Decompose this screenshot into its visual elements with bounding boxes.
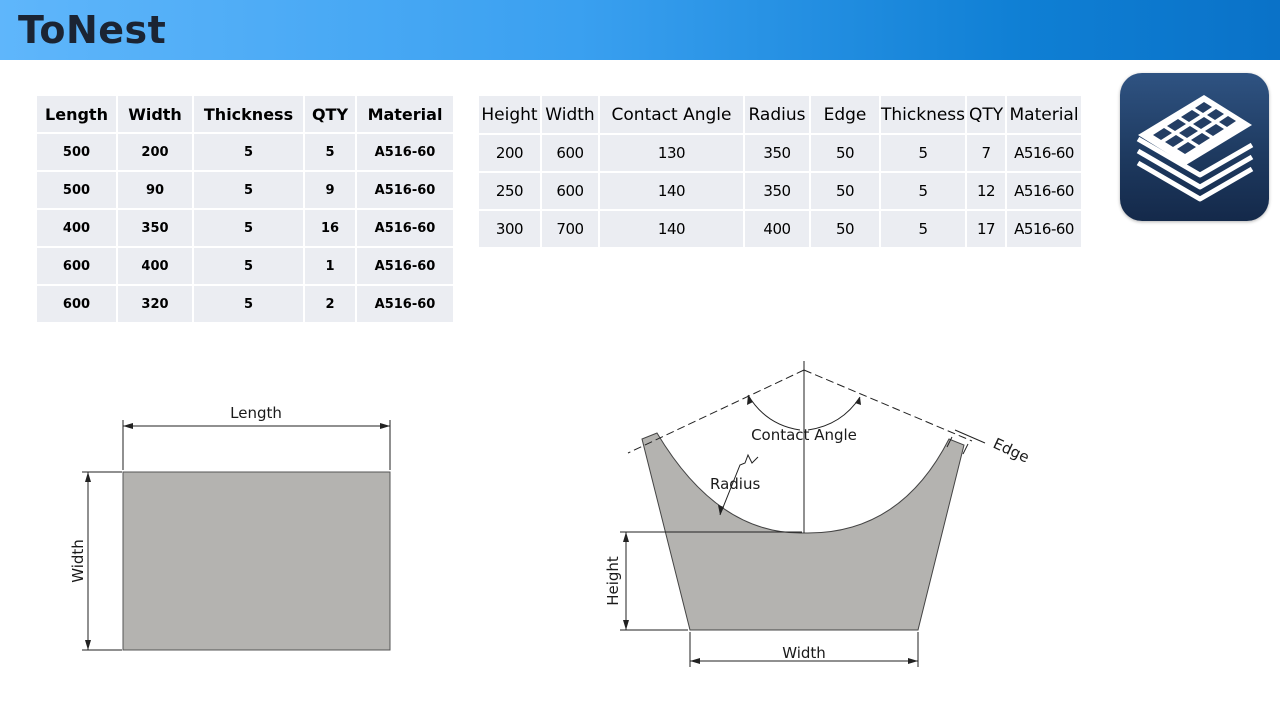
table-cell: 5 (194, 172, 303, 208)
header-bar: ToNest (0, 0, 1280, 60)
length-label: Length (230, 404, 282, 422)
table-cell: 12 (967, 173, 1006, 209)
rectangle-parts-table: Length Width Thickness QTY Material 500 … (35, 94, 455, 324)
column-header: Material (357, 96, 453, 132)
table-cell: 16 (305, 210, 355, 246)
column-header: Thickness (194, 96, 303, 132)
table-cell: 600 (37, 248, 116, 284)
table-cell: 250 (479, 173, 540, 209)
table-cell: 320 (118, 286, 192, 322)
nesting-sheets-icon (1120, 73, 1269, 221)
table-cell: 400 (37, 210, 116, 246)
table-cell: 9 (305, 172, 355, 208)
table-cell: 500 (37, 134, 116, 170)
rectangle-part-shape (122, 471, 391, 651)
column-header: Thickness (881, 96, 966, 133)
table-cell: 5 (881, 135, 966, 171)
length-dimension (122, 420, 391, 470)
table-row: 500 200 5 5 A516-60 (37, 134, 453, 170)
saddle-parts-table: Height Width Contact Angle Radius Edge T… (477, 94, 1083, 249)
saddle-part-drawing: Contact Angle Radius Edge Height Width (604, 361, 1032, 667)
column-header: Height (479, 96, 540, 133)
table-cell: 500 (37, 172, 116, 208)
table-cell: A516-60 (357, 134, 453, 170)
table-row: 200 600 130 350 50 5 7 A516-60 (479, 135, 1082, 171)
table-cell: 700 (542, 211, 598, 247)
table-cell: A516-60 (1007, 135, 1082, 171)
table-cell: 200 (118, 134, 192, 170)
table-cell: 50 (811, 211, 879, 247)
table-cell: 350 (745, 135, 809, 171)
rectangle-part-drawing: Length Width (69, 404, 391, 651)
table-cell: A516-60 (357, 248, 453, 284)
table-cell: A516-60 (1007, 173, 1082, 209)
contact-angle-label: Contact Angle (751, 426, 857, 444)
table-header-row: Height Width Contact Angle Radius Edge T… (479, 96, 1082, 133)
column-header: Edge (811, 96, 879, 133)
column-header: Radius (745, 96, 809, 133)
table-cell: 5 (305, 134, 355, 170)
table-cell: 350 (118, 210, 192, 246)
table-cell: 50 (811, 135, 879, 171)
table-row: 600 320 5 2 A516-60 (37, 286, 453, 322)
table-row: 600 400 5 1 A516-60 (37, 248, 453, 284)
width-label: Width (69, 539, 87, 583)
table-cell: 1 (305, 248, 355, 284)
table-cell: 400 (118, 248, 192, 284)
table-cell: 5 (194, 286, 303, 322)
table-cell: 600 (542, 173, 598, 209)
table-cell: 5 (194, 134, 303, 170)
table-cell: 140 (600, 211, 743, 247)
brand-title: ToNest (18, 8, 167, 52)
table-cell: A516-60 (357, 210, 453, 246)
table-cell: 5 (194, 248, 303, 284)
column-header: QTY (305, 96, 355, 132)
table-cell: A516-60 (1007, 211, 1082, 247)
saddle-width-label: Width (782, 644, 826, 662)
table-row: 250 600 140 350 50 5 12 A516-60 (479, 173, 1082, 209)
table-header-row: Length Width Thickness QTY Material (37, 96, 453, 132)
table-cell: 2 (305, 286, 355, 322)
table-cell: A516-60 (357, 286, 453, 322)
table-cell: 600 (37, 286, 116, 322)
table-cell: 50 (811, 173, 879, 209)
column-header: Width (542, 96, 598, 133)
column-header: QTY (967, 96, 1006, 133)
table-cell: 90 (118, 172, 192, 208)
table-cell: 600 (542, 135, 598, 171)
table-row: 400 350 5 16 A516-60 (37, 210, 453, 246)
column-header: Contact Angle (600, 96, 743, 133)
table-row: 300 700 140 400 50 5 17 A516-60 (479, 211, 1082, 247)
table-cell: 300 (479, 211, 540, 247)
table-cell: 140 (600, 173, 743, 209)
table-cell: 7 (967, 135, 1006, 171)
radius-label: Radius (710, 475, 760, 493)
table-cell: 130 (600, 135, 743, 171)
edge-label: Edge (990, 434, 1032, 466)
height-label: Height (604, 556, 622, 606)
table-cell: A516-60 (357, 172, 453, 208)
width-dimension (82, 471, 122, 651)
column-header: Length (37, 96, 116, 132)
table-cell: 5 (881, 211, 966, 247)
table-cell: 5 (881, 173, 966, 209)
column-header: Width (118, 96, 192, 132)
table-cell: 400 (745, 211, 809, 247)
column-header: Material (1007, 96, 1082, 133)
table-cell: 17 (967, 211, 1006, 247)
table-cell: 350 (745, 173, 809, 209)
table-cell: 200 (479, 135, 540, 171)
table-cell: 5 (194, 210, 303, 246)
table-row: 500 90 5 9 A516-60 (37, 172, 453, 208)
